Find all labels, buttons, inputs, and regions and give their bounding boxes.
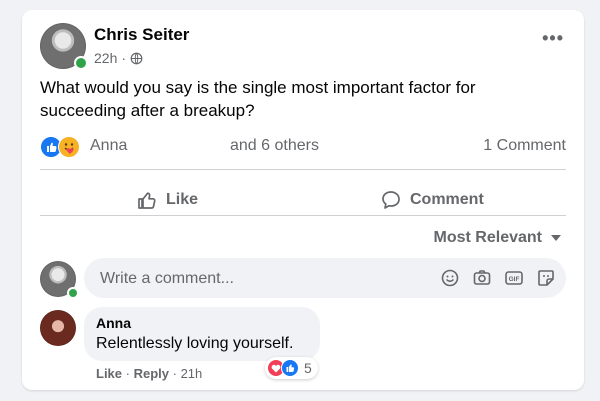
comment-action-row: Like · Reply · 21h xyxy=(96,366,203,381)
post-time[interactable]: 22h xyxy=(94,50,117,66)
online-status-dot xyxy=(74,56,88,70)
comment-button-label: Comment xyxy=(410,191,484,208)
comment-input[interactable] xyxy=(98,258,422,300)
meta-separator: · xyxy=(121,50,127,66)
svg-text:GIF: GIF xyxy=(509,276,520,283)
divider xyxy=(40,169,566,170)
like-button-label: Like xyxy=(166,191,199,208)
post-card: Chris Seiter 22h · ••• What would you sa… xyxy=(22,10,584,390)
online-status-dot xyxy=(67,287,79,299)
like-icon xyxy=(281,359,299,377)
comment-time[interactable]: 21h xyxy=(181,366,203,381)
post-text: What would you say is the single most im… xyxy=(40,78,476,120)
comment-bubble-icon xyxy=(382,191,400,209)
privacy-public-icon[interactable] xyxy=(130,52,143,65)
sticker-icon[interactable] xyxy=(536,268,556,288)
camera-icon[interactable] xyxy=(472,268,492,288)
commenter-avatar-image xyxy=(40,310,76,346)
reaction-icons[interactable] xyxy=(40,136,82,158)
comment-like-link[interactable]: Like xyxy=(96,366,122,381)
post-author-name[interactable]: Chris Seiter xyxy=(94,25,189,45)
divider xyxy=(40,215,566,216)
care-icon xyxy=(58,136,80,158)
comment-reply-link[interactable]: Reply xyxy=(134,366,169,381)
emoji-icon[interactable] xyxy=(440,268,460,288)
reaction-first-name[interactable]: Anna xyxy=(90,137,127,155)
post-meta: 22h · xyxy=(94,50,143,66)
comment-text: Relentlessly loving yourself. xyxy=(96,335,294,352)
current-user-avatar[interactable] xyxy=(40,261,79,299)
comment-button[interactable]: Comment xyxy=(380,180,484,220)
more-options-icon[interactable]: ••• xyxy=(542,28,564,49)
composer-icons: GIF xyxy=(440,268,556,288)
reaction-others[interactable]: and 6 others xyxy=(230,137,319,155)
like-button[interactable]: Like xyxy=(136,180,198,220)
comment-reactions[interactable]: 5 xyxy=(265,357,318,379)
commenter-avatar[interactable] xyxy=(40,310,76,346)
comment-count[interactable]: 1 Comment xyxy=(483,137,566,155)
comment-sort-dropdown[interactable]: Most Relevant xyxy=(434,229,562,247)
sort-label: Most Relevant xyxy=(433,229,542,246)
commenter-name[interactable]: Anna xyxy=(96,315,131,331)
thumbs-up-icon xyxy=(138,192,156,209)
author-avatar[interactable] xyxy=(40,23,88,70)
comment-bubble: Anna Relentlessly loving yourself. xyxy=(84,307,320,361)
caret-down-icon xyxy=(551,235,561,241)
gif-icon[interactable]: GIF xyxy=(504,268,524,288)
comment-reaction-count: 5 xyxy=(304,360,312,376)
reactions-bar[interactable]: Anna and 6 others 1 Comment xyxy=(40,134,566,158)
comment-composer[interactable]: GIF xyxy=(84,258,566,300)
